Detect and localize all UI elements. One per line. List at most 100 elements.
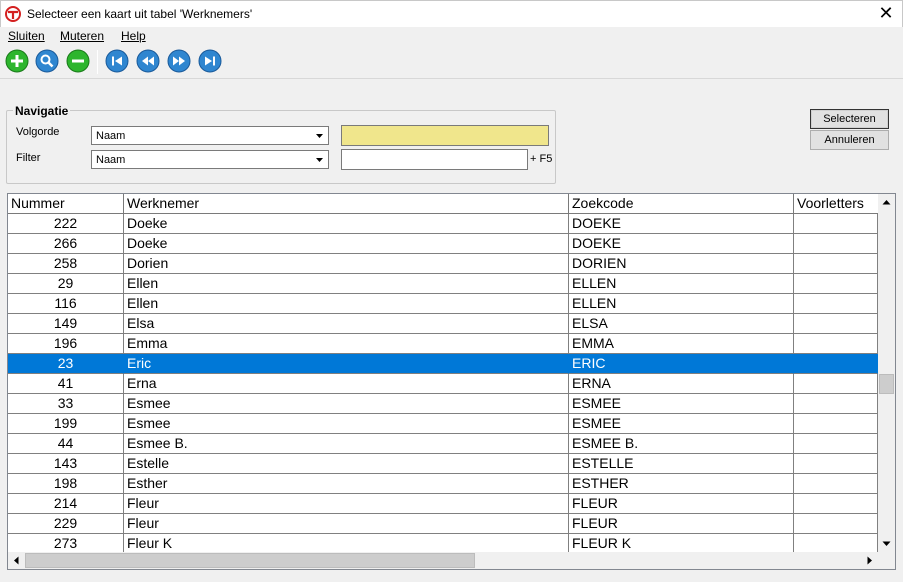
toolbar-divider [0, 78, 903, 79]
delete-record-button[interactable] [66, 49, 90, 73]
table-row[interactable]: 214 Fleur FLEUR [8, 494, 878, 514]
vertical-scrollbar[interactable] [878, 194, 895, 552]
table-row[interactable]: 41 Erna ERNA [8, 374, 878, 394]
cell-werknemer: Ellen [124, 274, 569, 294]
scroll-up-icon[interactable] [878, 194, 895, 211]
cell-zoekcode: DOEKE [569, 214, 794, 234]
add-record-button[interactable] [5, 49, 29, 73]
table-row[interactable]: 198 Esther ESTHER [8, 474, 878, 494]
filter-label: Filter [16, 152, 41, 164]
last-record-button[interactable] [198, 49, 222, 73]
filter-input[interactable] [341, 149, 528, 170]
table-row[interactable]: 116 Ellen ELLEN [8, 294, 878, 314]
volgorde-value: Naam [96, 130, 126, 142]
menu-bar: Sluiten Muteren Help [0, 27, 903, 45]
scrollbar-corner [878, 552, 895, 569]
cancel-button[interactable]: Annuleren [810, 130, 889, 150]
cell-voorletters [794, 374, 878, 394]
menu-muteren[interactable]: Muteren [60, 29, 104, 43]
cell-werknemer: Esmee [124, 414, 569, 434]
navigation-legend: Navigatie [13, 104, 71, 118]
toolbar [0, 46, 903, 78]
cell-nummer: 29 [8, 274, 124, 294]
scroll-down-icon[interactable] [878, 535, 895, 552]
cell-voorletters [794, 214, 878, 234]
scroll-right-icon[interactable] [861, 552, 878, 569]
cell-nummer: 273 [8, 534, 124, 554]
chevron-down-icon[interactable] [312, 128, 327, 143]
cell-nummer: 143 [8, 454, 124, 474]
table-row[interactable]: 33 Esmee ESMEE [8, 394, 878, 414]
cell-werknemer: Elsa [124, 314, 569, 334]
cell-nummer: 33 [8, 394, 124, 414]
cell-zoekcode: ERIC [569, 354, 794, 374]
column-header-nummer[interactable]: Nummer [8, 194, 124, 214]
menu-help[interactable]: Help [121, 29, 146, 43]
cell-voorletters [794, 454, 878, 474]
cell-zoekcode: ERNA [569, 374, 794, 394]
table-row[interactable]: 273 Fleur K FLEUR K [8, 534, 878, 554]
cell-voorletters [794, 314, 878, 334]
volgorde-label: Volgorde [16, 126, 60, 138]
column-header-zoekcode[interactable]: Zoekcode [569, 194, 794, 214]
cell-nummer: 258 [8, 254, 124, 274]
cell-nummer: 266 [8, 234, 124, 254]
column-header-werknemer[interactable]: Werknemer [124, 194, 569, 214]
cell-zoekcode: DORIEN [569, 254, 794, 274]
cell-zoekcode: FLEUR [569, 514, 794, 534]
table-row[interactable]: 266 Doeke DOEKE [8, 234, 878, 254]
select-button[interactable]: Selecteren [810, 109, 889, 129]
cell-zoekcode: ESTHER [569, 474, 794, 494]
previous-record-button[interactable] [136, 49, 160, 73]
cell-nummer: 149 [8, 314, 124, 334]
first-record-button[interactable] [105, 49, 129, 73]
cell-voorletters [794, 254, 878, 274]
cell-werknemer: Estelle [124, 454, 569, 474]
horizontal-scrollbar[interactable] [8, 552, 878, 569]
table-row[interactable]: 229 Fleur FLEUR [8, 514, 878, 534]
cell-voorletters [794, 394, 878, 414]
cell-voorletters [794, 474, 878, 494]
cell-nummer: 214 [8, 494, 124, 514]
table-row[interactable]: 258 Dorien DORIEN [8, 254, 878, 274]
table-row[interactable]: 143 Estelle ESTELLE [8, 454, 878, 474]
previous-record-icon [136, 49, 160, 73]
cell-voorletters [794, 334, 878, 354]
next-record-button[interactable] [167, 49, 191, 73]
cell-zoekcode: ESMEE [569, 414, 794, 434]
cell-werknemer: Esmee B. [124, 434, 569, 454]
cell-zoekcode: ESMEE [569, 394, 794, 414]
horizontal-scroll-thumb[interactable] [25, 553, 475, 568]
close-window-button[interactable]: ✕ [878, 3, 894, 23]
search-icon [35, 49, 59, 73]
table-row[interactable]: 23 Eric ERIC [8, 354, 878, 374]
cell-voorletters [794, 534, 878, 554]
cell-voorletters [794, 294, 878, 314]
table-row[interactable]: 199 Esmee ESMEE [8, 414, 878, 434]
table-row[interactable]: 222 Doeke DOEKE [8, 214, 878, 234]
cell-zoekcode: FLEUR [569, 494, 794, 514]
search-input[interactable] [341, 125, 549, 146]
cell-werknemer: Esmee [124, 394, 569, 414]
minus-icon [66, 49, 90, 73]
cell-voorletters [794, 494, 878, 514]
table-row[interactable]: 196 Emma EMMA [8, 334, 878, 354]
records-grid[interactable]: Nummer Werknemer Zoekcode Voorletters 22… [7, 193, 896, 570]
menu-sluiten[interactable]: Sluiten [8, 29, 45, 43]
search-button[interactable] [35, 49, 59, 73]
volgorde-dropdown[interactable]: Naam [91, 126, 329, 145]
table-row[interactable]: 149 Elsa ELSA [8, 314, 878, 334]
table-row[interactable]: 44 Esmee B. ESMEE B. [8, 434, 878, 454]
app-logo-icon [5, 6, 21, 22]
scroll-left-icon[interactable] [8, 552, 25, 569]
table-row[interactable]: 29 Ellen ELLEN [8, 274, 878, 294]
cell-zoekcode: ELSA [569, 314, 794, 334]
cell-werknemer: Doeke [124, 234, 569, 254]
cell-zoekcode: ELLEN [569, 294, 794, 314]
cell-zoekcode: ESTELLE [569, 454, 794, 474]
vertical-scroll-thumb[interactable] [879, 374, 894, 394]
chevron-down-icon[interactable] [312, 152, 327, 167]
cell-voorletters [794, 434, 878, 454]
column-header-voorletters[interactable]: Voorletters [794, 194, 884, 214]
filter-dropdown[interactable]: Naam [91, 150, 329, 169]
